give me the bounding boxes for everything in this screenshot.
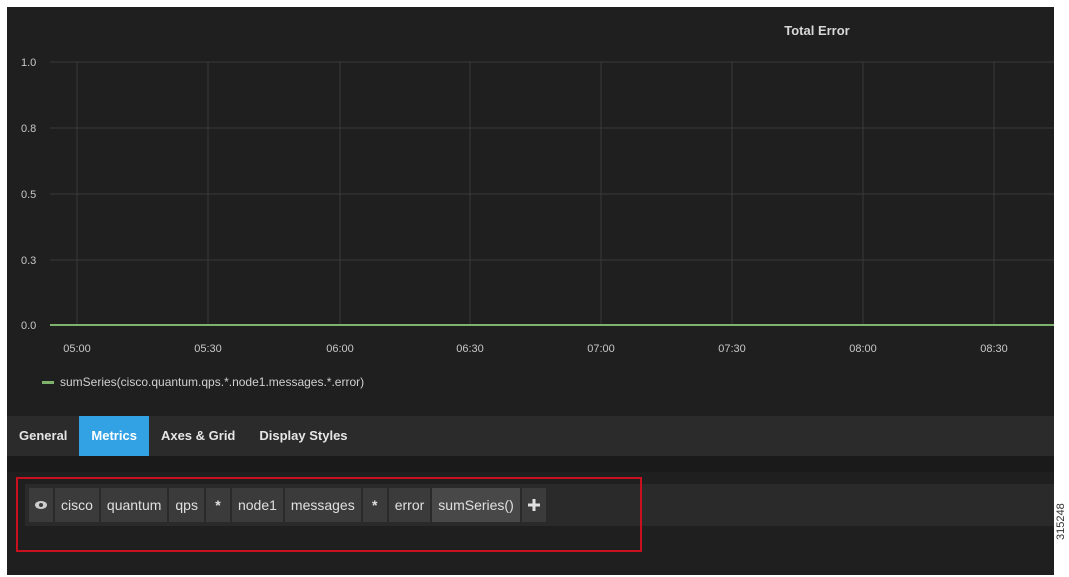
legend-label: sumSeries(cisco.quantum.qps.*.node1.mess…: [60, 375, 365, 389]
editor-tabs: General Metrics Axes & Grid Display Styl…: [7, 416, 1054, 456]
legend[interactable]: sumSeries(cisco.quantum.qps.*.node1.mess…: [42, 375, 364, 389]
line-chart: Total Error 1.0 0.8 0.5 0.3 0.0 05:00 05:30 06:0…: [21, 23, 1054, 355]
tab-metrics[interactable]: Metrics: [79, 416, 149, 456]
y-tick-label: 0.8: [21, 123, 36, 135]
x-tick-label: 08:00: [849, 343, 877, 355]
x-tick-label: 05:30: [194, 343, 222, 355]
figure-id: 315248: [1055, 503, 1067, 540]
tab-general[interactable]: General: [7, 416, 79, 456]
callout-highlight-box: [16, 477, 642, 552]
x-tick-label: 08:30: [980, 343, 1008, 355]
y-tick-label: 0.5: [21, 189, 36, 201]
panel-title: Total Error: [784, 23, 850, 38]
graph-editor: Total Error 1.0 0.8 0.5 0.3 0.0 05:00 05:30 06:0…: [7, 7, 1054, 575]
x-tick-label: 06:30: [456, 343, 484, 355]
tab-content-header: [7, 456, 1054, 472]
y-tick-label: 1.0: [21, 57, 36, 69]
x-tick-label: 07:00: [587, 343, 615, 355]
tab-display-styles[interactable]: Display Styles: [247, 416, 359, 456]
tab-axes-grid[interactable]: Axes & Grid: [149, 416, 247, 456]
graph-panel: Total Error 1.0 0.8 0.5 0.3 0.0 05:00 05:30 06:0…: [7, 7, 1054, 410]
x-tick-label: 06:00: [326, 343, 354, 355]
x-tick-label: 05:00: [63, 343, 91, 355]
y-tick-label: 0.0: [21, 320, 36, 332]
x-tick-label: 07:30: [718, 343, 746, 355]
legend-swatch: [42, 380, 54, 384]
y-tick-label: 0.3: [21, 255, 36, 267]
